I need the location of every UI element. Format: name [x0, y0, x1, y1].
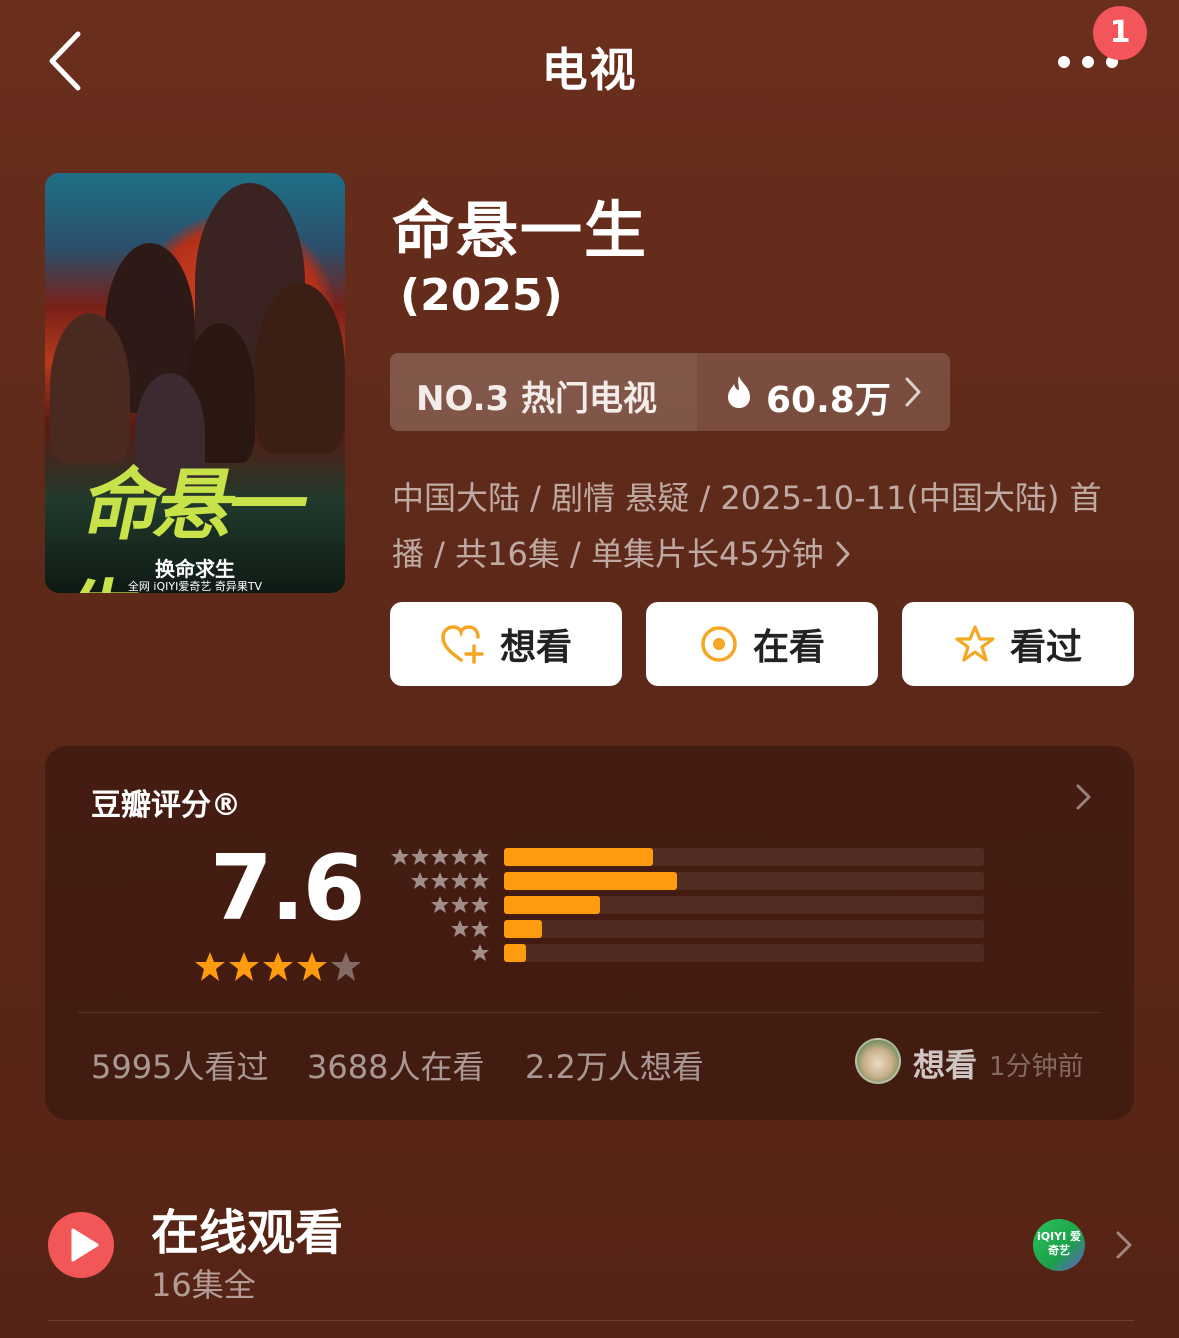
friend-activity-action: 想看 — [913, 1046, 978, 1084]
star-icon — [471, 944, 489, 961]
watching-circle-icon — [701, 626, 737, 662]
distribution-bar — [504, 944, 526, 962]
show-meta[interactable]: 中国大陆 / 剧情 悬疑 / 2025-10-11(中国大陆) 首 播 / 共1… — [392, 470, 1122, 582]
distribution-star-label — [411, 872, 489, 889]
star-icon — [411, 848, 429, 865]
action-buttons: 想看 在看 看过 — [390, 602, 1135, 686]
watched-button[interactable]: 看过 — [902, 602, 1134, 686]
distribution-bar-track — [504, 896, 984, 914]
rating-stars — [193, 950, 363, 988]
more-dot — [1082, 56, 1094, 68]
divider — [78, 1012, 1101, 1013]
heart-plus-icon — [441, 625, 484, 664]
star-filled-icon — [263, 952, 293, 981]
chevron-right-icon — [1113, 1229, 1135, 1265]
distribution-bar-track — [504, 848, 984, 866]
rating-source-title: 豆瓣评分® — [91, 788, 241, 823]
star-icon — [391, 848, 409, 865]
iqiyi-logo: iQIYI 爱奇艺 — [1033, 1219, 1085, 1271]
show-year: (2025) — [400, 270, 563, 321]
poster-footer: 全网 iQIYI爱奇艺 奇异果TV — [127, 580, 263, 593]
distribution-bar-track — [504, 920, 984, 938]
meta-line: 中国大陆 / 剧情 悬疑 / 2025-10-11(中国大陆) 首 — [392, 479, 1102, 517]
rank-label: NO.3 热门电视 — [416, 379, 658, 419]
star-filled-icon — [297, 952, 327, 981]
show-title: 命悬一生 — [392, 194, 649, 267]
star-icon — [411, 872, 429, 889]
watching-button[interactable]: 在看 — [646, 602, 878, 686]
distribution-bar — [504, 872, 677, 890]
star-icon — [431, 896, 449, 913]
star-empty-icon — [331, 952, 361, 981]
watched-count: 5995人看过 — [91, 1048, 269, 1086]
star-icon — [471, 896, 489, 913]
friend-avatar[interactable] — [855, 1038, 901, 1084]
star-icon — [471, 848, 489, 865]
want-count: 2.2万人想看 — [525, 1048, 704, 1086]
meta-line: 播 / 共16集 / 单集片长45分钟 — [392, 526, 1122, 582]
distribution-star-label — [471, 944, 489, 961]
distribution-bar-track — [504, 872, 984, 890]
watching-label: 在看 — [752, 627, 825, 668]
rating-score: 7.6 — [210, 836, 365, 941]
header: 电视 1 — [0, 0, 1179, 130]
play-button[interactable] — [48, 1212, 114, 1278]
distribution-star-label — [451, 920, 489, 937]
want-to-watch-button[interactable]: 想看 — [390, 602, 622, 686]
distribution-bar-track — [504, 944, 984, 962]
star-outline-icon — [955, 625, 995, 662]
star-filled-icon — [195, 952, 225, 981]
poster-figure — [255, 283, 345, 453]
rank-pill[interactable]: NO.3 热门电视 60.8万 — [390, 353, 950, 431]
distribution-star-label — [391, 848, 489, 865]
chevron-right-icon — [836, 541, 850, 567]
star-icon — [431, 872, 449, 889]
flame-icon — [726, 375, 752, 413]
distribution-star-label — [431, 896, 489, 913]
star-icon — [431, 848, 449, 865]
star-icon — [471, 872, 489, 889]
rank-section: NO.3 热门电视 — [390, 353, 697, 431]
star-icon — [451, 872, 469, 889]
online-watch-title: 在线观看 — [151, 1205, 344, 1261]
meta-line-text: 播 / 共16集 / 单集片长45分钟 — [392, 535, 824, 573]
play-icon — [71, 1228, 99, 1262]
heat-value: 60.8万 — [766, 380, 891, 421]
chevron-right-icon — [902, 375, 924, 413]
distribution-bar — [504, 896, 600, 914]
star-icon — [451, 848, 469, 865]
poster-figure — [50, 313, 130, 463]
chevron-right-icon — [1074, 782, 1094, 816]
douban-rating-card[interactable]: 豆瓣评分® 7.6 5995人看过 3688人在看 2.2万人想看 想看 1分钟… — [45, 746, 1134, 1120]
star-icon — [451, 896, 469, 913]
online-watch-subtitle: 16集全 — [151, 1266, 256, 1304]
star-icon — [471, 920, 489, 937]
want-to-watch-label: 想看 — [499, 627, 572, 668]
distribution-bar — [504, 920, 542, 938]
divider — [48, 1320, 1134, 1321]
distribution-bar — [504, 848, 653, 866]
page-title: 电视 — [541, 43, 638, 97]
watching-count: 3688人在看 — [307, 1048, 485, 1086]
star-filled-icon — [229, 952, 259, 981]
watched-label: 看过 — [1009, 627, 1082, 668]
more-dots-icon — [1058, 56, 1070, 68]
star-icon — [451, 920, 469, 937]
notification-badge: 1 — [1093, 6, 1147, 60]
friend-activity-time: 1分钟前 — [989, 1052, 1084, 1082]
poster-image[interactable]: 命悬一生 换命求生 全网 iQIYI爱奇艺 奇异果TV — [45, 173, 345, 593]
